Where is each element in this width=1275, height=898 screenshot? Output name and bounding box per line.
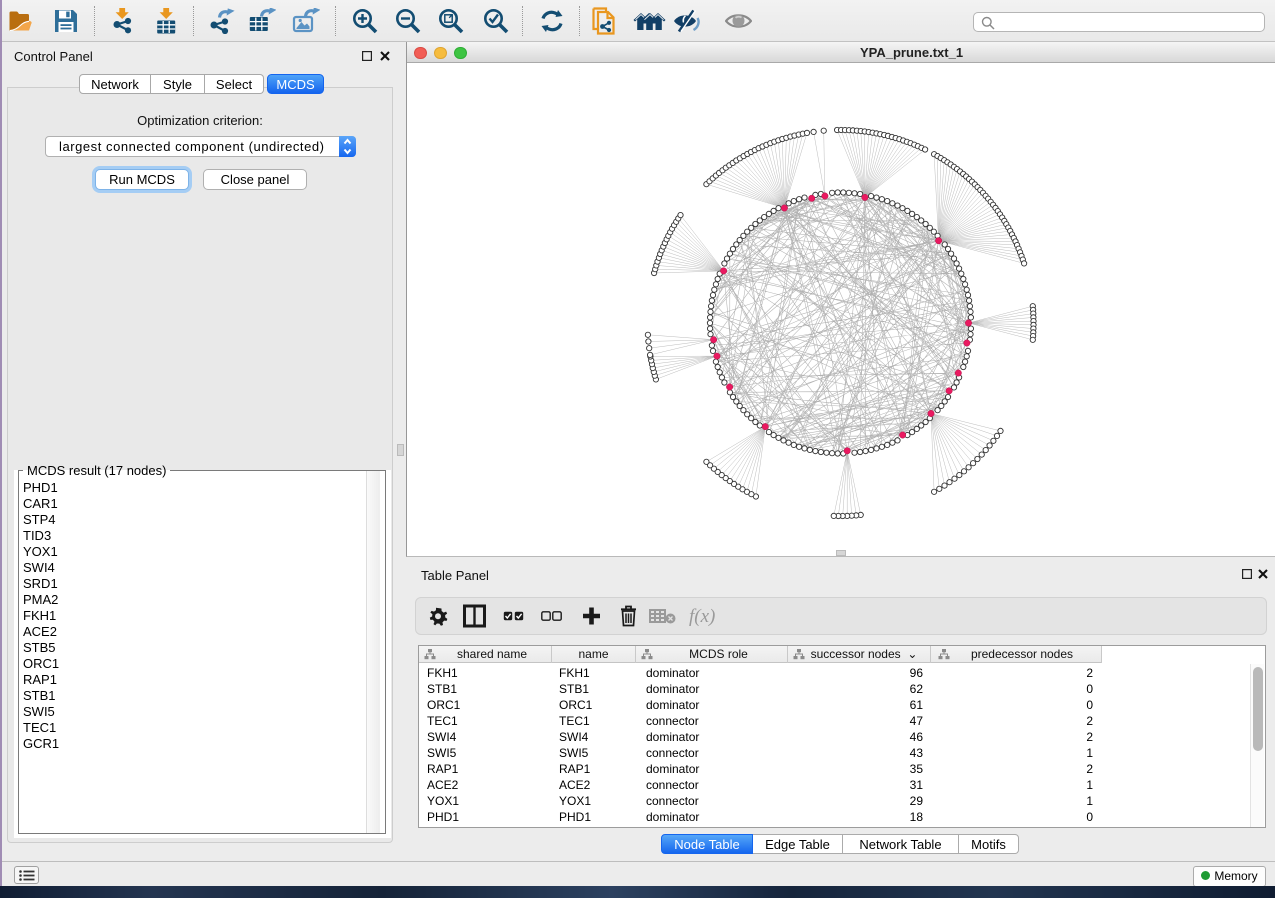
svg-text:f(x): f(x) xyxy=(689,606,715,627)
